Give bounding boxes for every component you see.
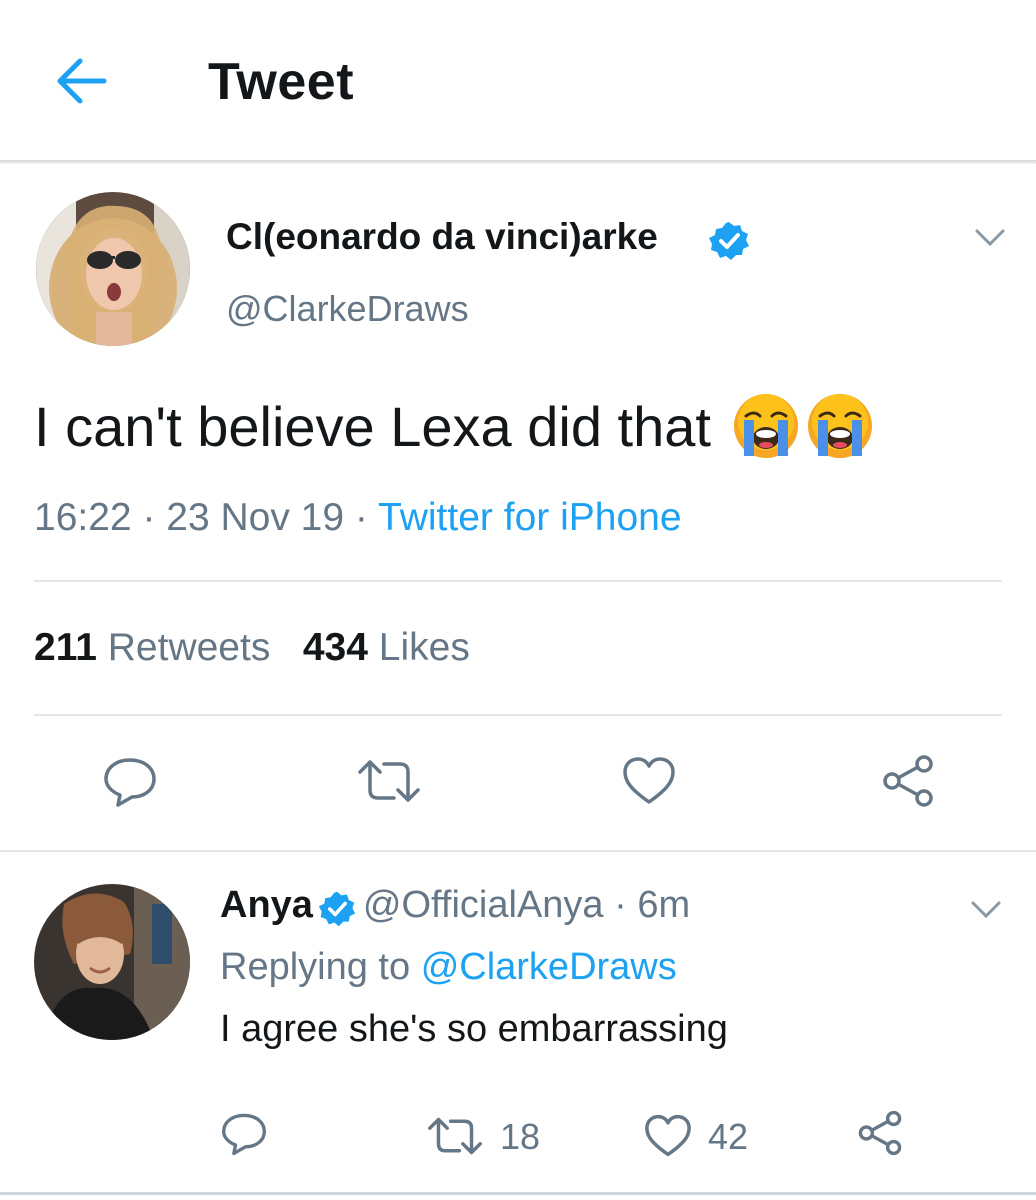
like-button[interactable]	[622, 756, 676, 806]
divider	[34, 714, 1002, 716]
reply-retweet-count: 18	[500, 1116, 541, 1157]
heart-icon	[623, 757, 675, 804]
retweet-button[interactable]	[356, 758, 422, 804]
top-bar: Tweet	[0, 0, 1036, 160]
tweet-stats: 211 Retweets 434 Likes	[34, 626, 470, 670]
tweet-date: 23 Nov 19	[166, 496, 345, 539]
tweet-text: I can't believe Lexa did that	[34, 392, 874, 462]
reply-like-count: 42	[708, 1116, 749, 1157]
avatar[interactable]	[34, 884, 190, 1040]
share-icon	[883, 755, 933, 807]
share-icon	[858, 1110, 902, 1156]
reply-author-handle[interactable]: @OfficialAnya	[363, 884, 604, 926]
retweet-icon	[358, 760, 420, 802]
verified-badge-icon	[318, 890, 356, 928]
replying-to-prefix: Replying to	[220, 946, 411, 988]
top-bar-shadow	[0, 160, 1036, 164]
loudly-crying-face-icon	[806, 392, 874, 460]
retweets-label: Retweets	[107, 626, 271, 669]
retweet-button[interactable]	[426, 1116, 484, 1156]
reply-button[interactable]	[220, 1112, 268, 1156]
reply-bubble-icon	[104, 758, 156, 807]
chevron-down-icon[interactable]	[974, 228, 1006, 248]
reply-bubble-icon	[222, 1113, 266, 1156]
tweet-author-handle[interactable]: @ClarkeDraws	[226, 288, 469, 330]
reply-header: Anya @OfficialAnya · 6m	[220, 884, 690, 927]
avatar[interactable]	[36, 192, 190, 346]
arrow-left-icon[interactable]	[54, 55, 110, 107]
divider	[34, 580, 1002, 582]
share-button[interactable]	[856, 1110, 904, 1156]
heart-icon	[645, 1114, 691, 1157]
reply-text: I agree she's so embarrassing	[220, 1008, 728, 1050]
reply-button[interactable]	[102, 756, 158, 808]
replying-to-mention[interactable]: @ClarkeDraws	[421, 946, 677, 988]
tweet-meta: 16:22 · 23 Nov 19 · Twitter for iPhone	[34, 496, 682, 539]
likes-stat[interactable]: 434 Likes	[303, 626, 470, 669]
share-button[interactable]	[880, 754, 936, 808]
divider	[0, 1192, 1036, 1195]
reply-time: 6m	[637, 884, 691, 926]
page-title: Tweet	[208, 53, 355, 111]
tweet-author-name[interactable]: Cl(eonardo da vinci)arke	[226, 216, 658, 258]
retweets-stat[interactable]: 211 Retweets	[34, 626, 270, 669]
chevron-down-icon[interactable]	[970, 900, 1002, 920]
loudly-crying-face-icon	[732, 392, 800, 460]
tweet-text-body: I can't believe Lexa did that	[34, 395, 711, 458]
likes-count: 434	[302, 626, 368, 669]
verified-badge-icon	[708, 220, 750, 262]
retweets-count: 211	[34, 626, 97, 669]
like-button[interactable]	[644, 1114, 692, 1158]
retweet-icon	[428, 1117, 482, 1155]
likes-label: Likes	[378, 626, 470, 669]
divider	[0, 850, 1036, 852]
replying-to-line: Replying to @ClarkeDraws	[220, 946, 677, 989]
tweet-source-link[interactable]: Twitter for iPhone	[378, 496, 681, 539]
reply-separator: ·	[603, 884, 638, 926]
reply-author-name[interactable]: Anya	[220, 884, 313, 926]
tweet-time: 16:22	[34, 496, 132, 539]
